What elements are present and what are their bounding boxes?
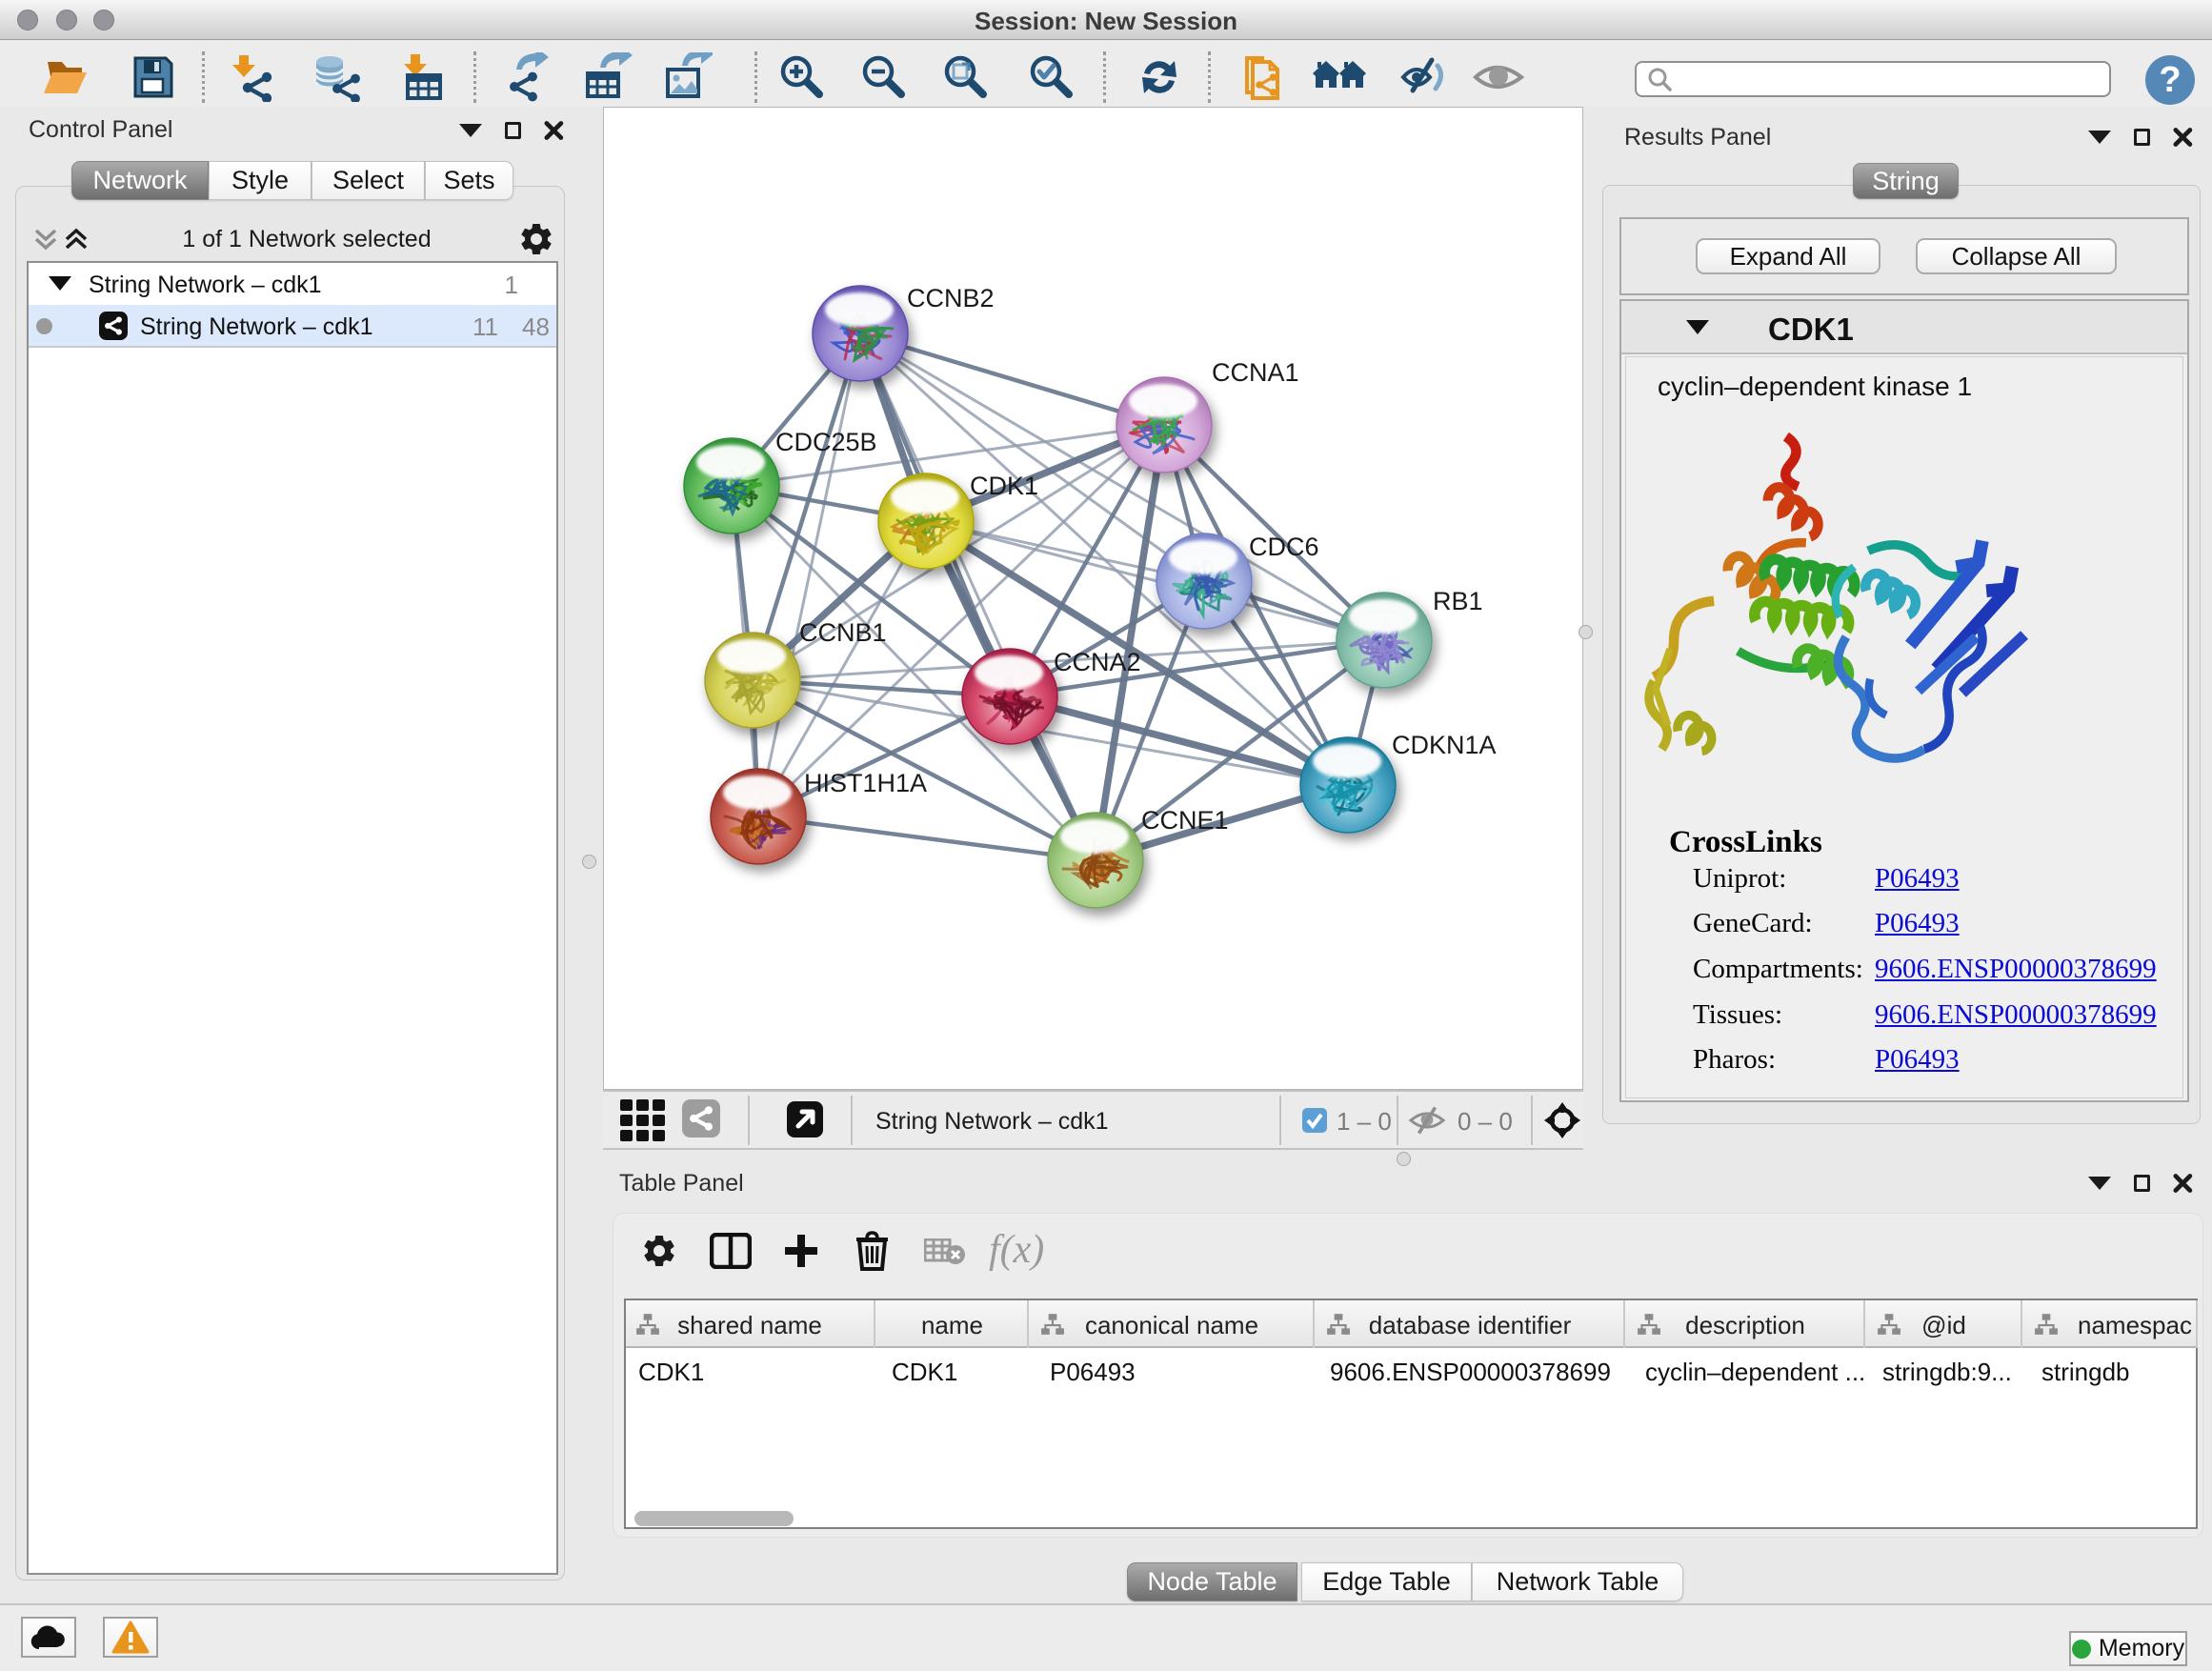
svg-text:HIST1H1A: HIST1H1A [804, 769, 927, 797]
svg-text:CCNB1: CCNB1 [799, 618, 887, 647]
svg-text:CCNB2: CCNB2 [907, 284, 995, 312]
svg-text:CDK1: CDK1 [970, 472, 1038, 500]
svg-text:CCNA1: CCNA1 [1212, 358, 1299, 387]
svg-text:CCNA2: CCNA2 [1054, 648, 1141, 676]
svg-text:?: ? [2159, 60, 2181, 100]
svg-text:RB1: RB1 [1433, 587, 1483, 615]
svg-text:CDKN1A: CDKN1A [1392, 731, 1497, 759]
svg-text:CCNE1: CCNE1 [1141, 806, 1229, 835]
svg-text:CDC25B: CDC25B [775, 428, 877, 456]
svg-text:CDC6: CDC6 [1249, 533, 1319, 561]
